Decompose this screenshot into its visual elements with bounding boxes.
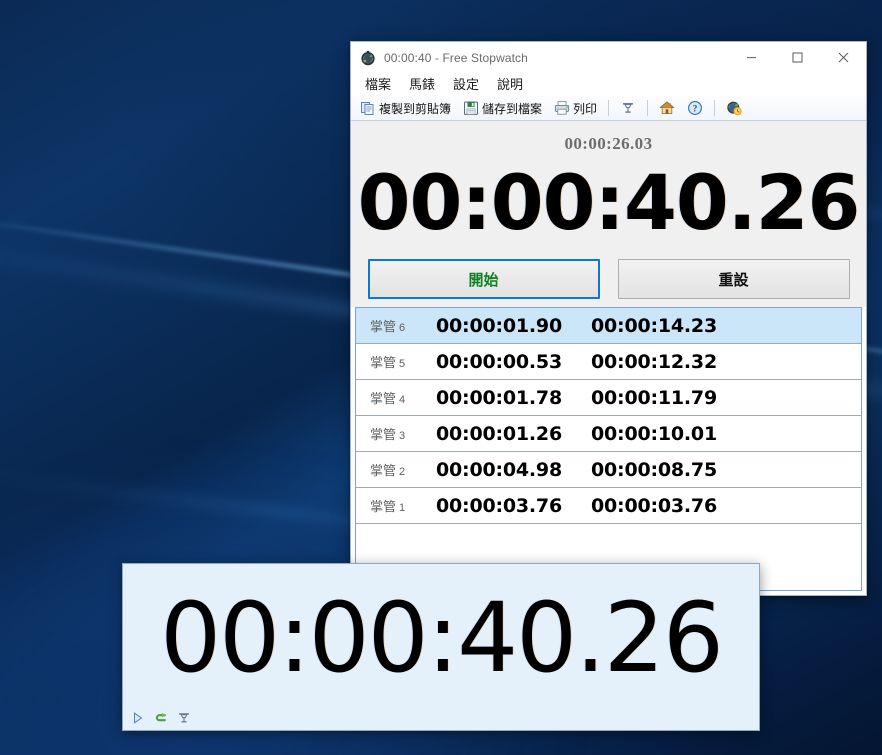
help-question-icon: ?: [687, 100, 703, 116]
svg-text:?: ?: [693, 105, 698, 115]
lap-total-time: 00:00:08.75: [591, 458, 717, 481]
lap-number: 6: [399, 322, 406, 334]
secondary-time-display: 00:00:26.03: [564, 134, 653, 153]
table-row[interactable]: 掌管 1 00:00:03.76 00:00:03.76: [356, 488, 861, 524]
lap-split-time: 00:00:04.98: [436, 458, 562, 481]
lap-label-text: 掌管: [370, 391, 397, 406]
free-stopwatch-window[interactable]: 00:00:40 - Free Stopwatch 檔案 馬錶 設定 說明 複製…: [350, 41, 867, 596]
lap-label: 掌管 2: [356, 460, 436, 479]
toolbar-separator: [608, 100, 610, 116]
floating-stopwatch-overlay[interactable]: 00:00:40.26: [122, 563, 760, 731]
save-disk-icon: [463, 100, 479, 116]
stopwatch-app-icon: [360, 50, 376, 66]
title-bar[interactable]: 00:00:40 - Free Stopwatch: [351, 42, 866, 73]
maximize-button[interactable]: [774, 42, 820, 73]
lap-split-time: 00:00:01.90: [436, 314, 562, 337]
lap-split-time: 00:00:00.53: [436, 350, 562, 373]
window-controls: [728, 42, 866, 73]
menu-settings[interactable]: 設定: [444, 75, 488, 95]
hot-alarm-clock-button[interactable]: [721, 98, 750, 119]
action-button-row: 開始 重設: [351, 251, 866, 307]
lap-label: 掌管 4: [356, 388, 436, 407]
lap-label-text: 掌管: [370, 355, 397, 370]
timer-panel: 00:00:26.03 00:00:40.26: [351, 121, 866, 251]
lap-label-text: 掌管: [370, 463, 397, 478]
toolbar-separator: [647, 100, 649, 116]
help-button[interactable]: ?: [682, 98, 708, 119]
lap-label: 掌管 6: [356, 316, 436, 335]
lap-total-time: 00:00:11.79: [591, 386, 717, 409]
menu-file[interactable]: 檔案: [356, 75, 400, 95]
menu-stopwatch[interactable]: 馬錶: [400, 75, 444, 95]
lap-number: 5: [399, 358, 406, 370]
lap-button[interactable]: [615, 98, 641, 119]
lap-total-time: 00:00:03.76: [591, 494, 717, 517]
menu-help[interactable]: 說明: [488, 75, 532, 95]
lap-flag-icon[interactable]: [177, 711, 191, 725]
print-button[interactable]: 列印: [549, 98, 602, 119]
close-button[interactable]: [820, 42, 866, 73]
lap-total-time: 00:00:10.01: [591, 422, 717, 445]
window-title: 00:00:40 - Free Stopwatch: [384, 50, 528, 65]
lap-number: 1: [399, 502, 406, 514]
reset-button[interactable]: 重設: [617, 259, 850, 299]
overlay-button-bar: [123, 706, 759, 730]
lap-label: 掌管 5: [356, 352, 436, 371]
table-row[interactable]: 掌管 2 00:00:04.98 00:00:08.75: [356, 452, 861, 488]
lap-label: 掌管 1: [356, 496, 436, 515]
lap-label: 掌管 3: [356, 424, 436, 443]
home-button[interactable]: [654, 98, 680, 119]
minimize-button[interactable]: [728, 42, 774, 73]
play-triangle-icon[interactable]: [131, 711, 145, 725]
table-row[interactable]: 掌管 5 00:00:00.53 00:00:12.32: [356, 344, 861, 380]
primary-time-display: 00:00:40.26: [357, 158, 861, 247]
copy-icon: [360, 100, 376, 116]
printer-icon: [554, 100, 570, 116]
alarm-clock-icon: [726, 100, 742, 116]
start-button[interactable]: 開始: [367, 259, 600, 299]
table-row[interactable]: 掌管 3 00:00:01.26 00:00:10.01: [356, 416, 861, 452]
lap-flag-icon: [620, 100, 636, 116]
lap-total-time: 00:00:14.23: [591, 314, 717, 337]
print-label: 列印: [573, 101, 598, 116]
lap-label-text: 掌管: [370, 499, 397, 514]
menu-bar: 檔案 馬錶 設定 說明: [351, 73, 866, 96]
overlay-time-display: 00:00:40.26: [160, 582, 724, 694]
lap-label-text: 掌管: [370, 427, 397, 442]
lap-split-time: 00:00:03.76: [436, 494, 562, 517]
lap-label-text: 掌管: [370, 319, 397, 334]
save-to-file-button[interactable]: 儲存到檔案: [458, 98, 547, 119]
toolbar-separator: [714, 100, 716, 116]
table-row[interactable]: 掌管 6 00:00:01.90 00:00:14.23: [356, 308, 861, 344]
copy-to-clipboard-button[interactable]: 複製到剪貼簿: [355, 98, 456, 119]
reset-loop-icon[interactable]: [154, 711, 168, 725]
lap-split-time: 00:00:01.26: [436, 422, 562, 445]
copy-to-clipboard-label: 複製到剪貼簿: [379, 101, 452, 116]
toolbar: 複製到剪貼簿 儲存到檔案 列印 ?: [351, 96, 866, 121]
lap-total-time: 00:00:12.32: [591, 350, 717, 373]
desktop: 00:00:40 - Free Stopwatch 檔案 馬錶 設定 說明 複製…: [0, 0, 882, 755]
lap-number: 4: [399, 394, 406, 406]
lap-split-time: 00:00:01.78: [436, 386, 562, 409]
home-icon: [659, 100, 675, 116]
table-row[interactable]: 掌管 4 00:00:01.78 00:00:11.79: [356, 380, 861, 416]
save-to-file-label: 儲存到檔案: [482, 101, 543, 116]
lap-number: 3: [399, 430, 406, 442]
lap-number: 2: [399, 466, 406, 478]
lap-list[interactable]: 掌管 6 00:00:01.90 00:00:14.23 掌管 5 00:00:00…: [355, 307, 862, 591]
